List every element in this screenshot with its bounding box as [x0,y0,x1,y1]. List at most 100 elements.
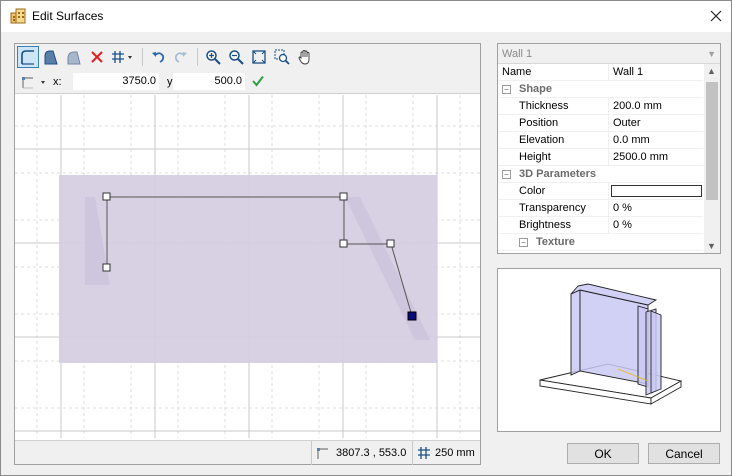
property-row[interactable]: Height 2500.0 mm [498,149,703,166]
property-category[interactable]: − Texture [498,234,703,251]
scrollbar-thumb[interactable] [706,82,718,200]
column-divider [608,115,609,132]
edit-surfaces-dialog: Edit Surfaces x: 3750.0 y: 500.0 3807.3 … [0,0,732,476]
zoom-window-button[interactable] [271,46,293,68]
pan-hand-icon [298,50,310,65]
wall-node[interactable] [386,239,395,248]
zoom-window-icon [274,49,290,65]
property-row[interactable]: Transparency 0 % [498,200,703,217]
property-name: Position [519,117,559,129]
snap-mode-dropdown[interactable] [21,74,51,93]
property-value[interactable]: 2500.0 mm [613,151,668,163]
preview-wall [570,289,581,376]
property-name: Height [519,151,551,163]
property-name: Elevation [519,134,565,146]
property-name: Brightness [519,219,571,231]
app-building-icon [10,8,26,24]
redo-button[interactable] [170,46,192,68]
checkmark-icon [252,75,264,87]
cancel-button[interactable]: Cancel [648,443,720,464]
draw-surface-tool-button[interactable] [40,46,62,68]
column-divider [608,64,609,81]
property-grid: Wall 1 ▼ Name Wall 1− Shape Thickness 200.0 … [497,43,721,254]
property-scrollbar[interactable]: ▲ ▼ [704,64,720,253]
wall-node[interactable] [339,192,348,201]
grid-size-text: 250 mm [435,447,475,459]
x-coordinate-input[interactable]: 3750.0 [73,73,159,90]
ok-button[interactable]: OK [567,443,639,464]
collapse-icon[interactable]: − [502,170,511,179]
column-divider [608,132,609,149]
draw-surface-icon [44,50,58,65]
zoom-out-button[interactable] [225,46,247,68]
delete-button[interactable] [86,46,108,68]
property-value[interactable]: 200.0 mm [613,100,662,112]
property-value[interactable]: Wall 1 [613,66,643,78]
property-row[interactable]: Position Outer [498,115,703,132]
color-swatch[interactable] [611,185,702,197]
cursor-position-icon [317,448,328,459]
column-divider [608,183,609,200]
draw-roof-icon [67,51,81,65]
zoom-in-icon [206,50,221,65]
column-divider [608,149,609,166]
property-row[interactable]: Color [498,183,703,200]
grid-size-icon [418,447,430,459]
property-category[interactable]: −3D Parameters [498,166,703,183]
grid-icon [112,51,132,63]
zoom-extents-button[interactable] [248,46,270,68]
property-row[interactable]: Thickness 200.0 mm [498,98,703,115]
draw-wall-tool-button[interactable] [17,46,39,68]
property-row[interactable]: Brightness 0 % [498,217,703,234]
active-wall-node[interactable] [407,311,417,321]
undo-icon [152,52,165,63]
draw-wall-icon [21,50,34,65]
chevron-down-icon: ▼ [707,49,716,59]
property-row[interactable]: Name Wall 1 [498,64,703,81]
wall-node[interactable] [102,263,111,272]
property-value[interactable]: 0.0 mm [613,134,650,146]
property-value[interactable]: Outer [613,117,641,129]
undo-button[interactable] [147,46,169,68]
property-name: Transparency [519,202,586,214]
collapse-icon[interactable]: − [502,85,511,94]
column-divider [608,98,609,115]
column-divider [608,217,609,234]
zoom-in-button[interactable] [202,46,224,68]
zoom-out-icon [229,50,244,65]
property-value[interactable]: 0 % [613,219,632,231]
drawing-canvas[interactable] [15,95,480,438]
property-category[interactable]: − Shape [498,81,703,98]
surface-editor-panel: x: 3750.0 y: 500.0 3807.3 , 553.0 250 mm [14,43,481,465]
scroll-down-arrow-icon[interactable]: ▼ [707,241,716,251]
object-selector-value: Wall 1 [502,48,533,60]
cursor-position-text: 3807.3 , 553.0 [336,447,407,459]
3d-preview-panel[interactable] [497,268,721,432]
property-value[interactable]: 0 % [613,202,632,214]
x-coordinate-label: x: [53,76,62,88]
pan-button[interactable] [294,46,316,68]
confirm-coordinates-button[interactable] [251,74,265,91]
collapse-icon[interactable]: − [519,238,528,247]
toolbar-separator [142,48,143,66]
close-button[interactable] [701,1,731,31]
property-name: Color [519,185,546,197]
property-rows: Name Wall 1− Shape Thickness 200.0 mm Positio… [498,64,703,253]
redo-icon [174,52,187,63]
property-category-label: Shape [519,83,553,95]
title-bar: Edit Surfaces [1,1,731,32]
toolbar-separator [197,48,198,66]
property-row[interactable]: Elevation 0.0 mm [498,132,703,149]
window-title: Edit Surfaces [32,9,104,23]
editor-status-bar: 3807.3 , 553.0 250 mm [15,440,480,465]
property-category-label: 3D Parameters [519,168,597,180]
wall-node[interactable] [339,239,348,248]
column-divider [608,200,609,217]
y-coordinate-input[interactable]: 500.0 [173,73,245,90]
grid-dropdown-button[interactable] [109,46,137,68]
draw-roof-tool-button[interactable] [63,46,85,68]
wall-node[interactable] [102,192,111,201]
object-selector-dropdown[interactable]: Wall 1 ▼ [498,44,720,64]
scroll-up-arrow-icon[interactable]: ▲ [707,66,716,76]
preview-wall [650,310,662,394]
